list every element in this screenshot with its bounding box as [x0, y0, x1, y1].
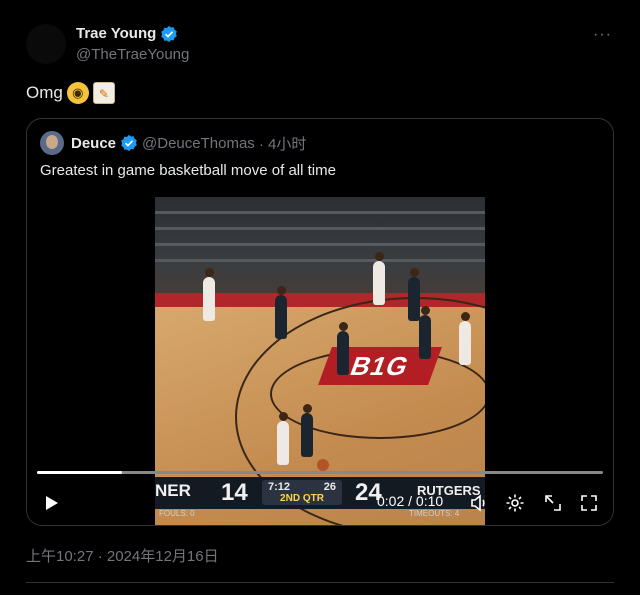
- video-current-time: 0:02: [377, 493, 405, 509]
- player: [408, 268, 420, 321]
- author-handle[interactable]: @TheTraeYoung: [76, 45, 189, 65]
- player: [373, 252, 385, 305]
- face-screaming-in-fear-icon: ◉: [66, 82, 89, 104]
- player: [419, 306, 431, 359]
- player: [277, 412, 289, 465]
- video-player[interactable]: B1G NER 14 7:12 26 2ND QTR 24 RUTGERS FO…: [27, 197, 613, 525]
- tweet-text: Omg ◉ ✎: [26, 82, 115, 104]
- author-avatar[interactable]: [26, 24, 66, 64]
- player: [459, 312, 471, 365]
- video-controls: 0:02 / 0:10: [27, 487, 613, 519]
- more-options-icon[interactable]: ···: [593, 26, 612, 44]
- video-duration: 0:10: [415, 493, 444, 509]
- quoted-author-avatar[interactable]: [40, 131, 64, 155]
- player: [337, 322, 349, 375]
- memo-icon: ✎: [92, 82, 115, 104]
- video-time: 0:02 / 0:10: [377, 493, 443, 509]
- quoted-tweet-header: Deuce @DeuceThomas · 4小时: [40, 131, 306, 155]
- play-icon[interactable]: [39, 491, 63, 515]
- author-name-row[interactable]: Trae Young: [76, 24, 189, 44]
- video-frame[interactable]: B1G NER 14 7:12 26 2ND QTR 24 RUTGERS FO…: [155, 197, 485, 525]
- volume-icon[interactable]: [467, 491, 491, 515]
- video-time-separator: /: [404, 493, 416, 509]
- picture-in-picture-icon[interactable]: [541, 491, 565, 515]
- player: [275, 286, 287, 339]
- quoted-tweet-text: Greatest in game basketball move of all …: [40, 162, 336, 179]
- quoted-tweet[interactable]: Deuce @DeuceThomas · 4小时 Greatest in gam…: [26, 118, 614, 526]
- settings-gear-icon[interactable]: [503, 491, 527, 515]
- fullscreen-icon[interactable]: [577, 491, 601, 515]
- tweet-author: Trae Young @TheTraeYoung: [76, 24, 189, 65]
- quoted-author-name[interactable]: Deuce: [71, 135, 116, 152]
- divider: [26, 582, 614, 583]
- verified-badge-icon: [161, 25, 178, 43]
- video-progress-bar[interactable]: [37, 471, 603, 474]
- author-name[interactable]: Trae Young: [76, 24, 156, 44]
- video-progress-fill: [37, 471, 122, 474]
- tweet-body: Omg: [26, 83, 63, 102]
- basketball: [317, 459, 329, 471]
- quoted-author-handle[interactable]: @DeuceThomas: [142, 135, 255, 152]
- verified-badge-icon: [121, 134, 137, 152]
- tweet-timestamp[interactable]: 上午10:27 · 2024年12月16日: [26, 545, 219, 566]
- quoted-time-ago[interactable]: · 4小时: [259, 133, 307, 154]
- player: [301, 404, 313, 457]
- player: [203, 268, 215, 321]
